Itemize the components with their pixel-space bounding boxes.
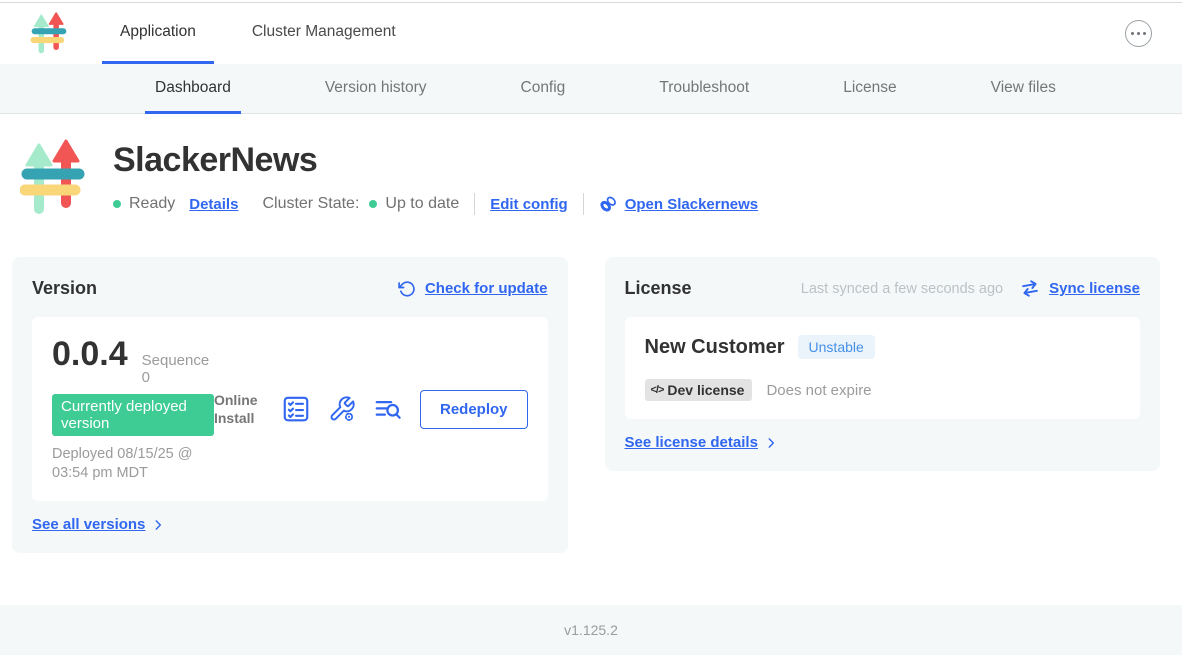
open-app-link[interactable]: Open Slackernews [625,196,758,213]
sync-arrows-icon[interactable] [1020,279,1040,298]
check-for-update-link[interactable]: Check for update [425,280,548,297]
cluster-state-value: Up to date [385,195,459,213]
sync-license-link[interactable]: Sync license [1049,280,1140,297]
tab-version-history[interactable]: Version history [315,64,437,114]
dashboard-cards: Version Check for update 0.0.4 Sequence … [0,257,1182,553]
customer-name: New Customer [645,336,785,359]
current-version-panel: 0.0.4 Sequence 0 Currently deployed vers… [32,317,548,501]
install-type-label: Online Install [214,391,264,427]
cluster-state-label: Cluster State: [262,195,359,213]
divider [583,193,584,215]
deployed-status-badge: Currently deployed version [52,394,214,436]
version-card: Version Check for update 0.0.4 Sequence … [12,257,568,553]
license-type-label: Dev license [667,382,744,398]
admin-console-page: Application Cluster Management Dashboard… [0,0,1182,655]
app-logo-large-icon [20,139,86,219]
status-details-link[interactable]: Details [189,196,238,213]
license-expiry: Does not expire [766,382,871,399]
version-sequence: Sequence 0 [142,352,214,386]
code-icon: </> [651,384,664,396]
overflow-menu-icon[interactable] [1125,20,1152,47]
console-footer: v1.125.2 [0,605,1182,655]
app-subnav: Dashboard Version history Config Trouble… [0,64,1182,114]
chevron-right-icon [151,518,165,532]
app-status-row: Ready Details Cluster State: Up to date … [113,193,758,215]
top-nav: Application Cluster Management [102,3,414,64]
license-card-title: License [625,278,692,299]
app-status-dot [113,200,121,208]
preflight-checklist-icon[interactable] [281,394,311,424]
view-logs-icon[interactable] [373,394,403,424]
version-actions: Online Install [214,390,528,429]
top-header: Application Cluster Management [0,3,1182,64]
tab-license[interactable]: License [833,64,906,114]
tab-cluster-management[interactable]: Cluster Management [234,3,414,64]
tab-config[interactable]: Config [511,64,576,114]
see-all-versions-link[interactable]: See all versions [32,516,145,533]
redeploy-button[interactable]: Redeploy [420,390,528,429]
open-app-link-group[interactable]: Open Slackernews [599,195,758,213]
app-heading: SlackerNews Ready Details Cluster State:… [20,139,1182,219]
see-license-details-link[interactable]: See license details [625,434,758,451]
license-card: License Last synced a few seconds ago Sy… [605,257,1161,471]
license-type-badge: </> Dev license [645,379,753,401]
version-info: 0.0.4 Sequence 0 Currently deployed vers… [52,335,214,483]
app-status-label: Ready [129,195,175,213]
tab-troubleshoot[interactable]: Troubleshoot [649,64,759,114]
wrench-gear-icon[interactable] [328,395,356,423]
app-logo-icon [30,12,68,56]
header-right [1125,3,1152,64]
last-synced-label: Last synced a few seconds ago [801,281,1003,297]
tab-dashboard[interactable]: Dashboard [145,64,241,114]
console-version: v1.125.2 [564,622,618,638]
deployed-timestamp: Deployed 08/15/25 @ 03:54 pm MDT [52,445,214,483]
version-card-title: Version [32,278,97,299]
tab-view-files[interactable]: View files [981,64,1066,114]
cluster-state-dot [369,200,377,208]
divider [474,193,475,215]
chevron-right-icon [764,436,778,450]
tab-application[interactable]: Application [102,3,214,64]
edit-config-link[interactable]: Edit config [490,196,568,213]
license-panel: New Customer Unstable </> Dev license Do… [625,317,1141,419]
page-title: SlackerNews [113,141,758,180]
refresh-icon[interactable] [398,280,416,298]
channel-badge: Unstable [798,335,875,359]
chain-link-icon [599,195,618,213]
version-number: 0.0.4 [52,335,128,374]
